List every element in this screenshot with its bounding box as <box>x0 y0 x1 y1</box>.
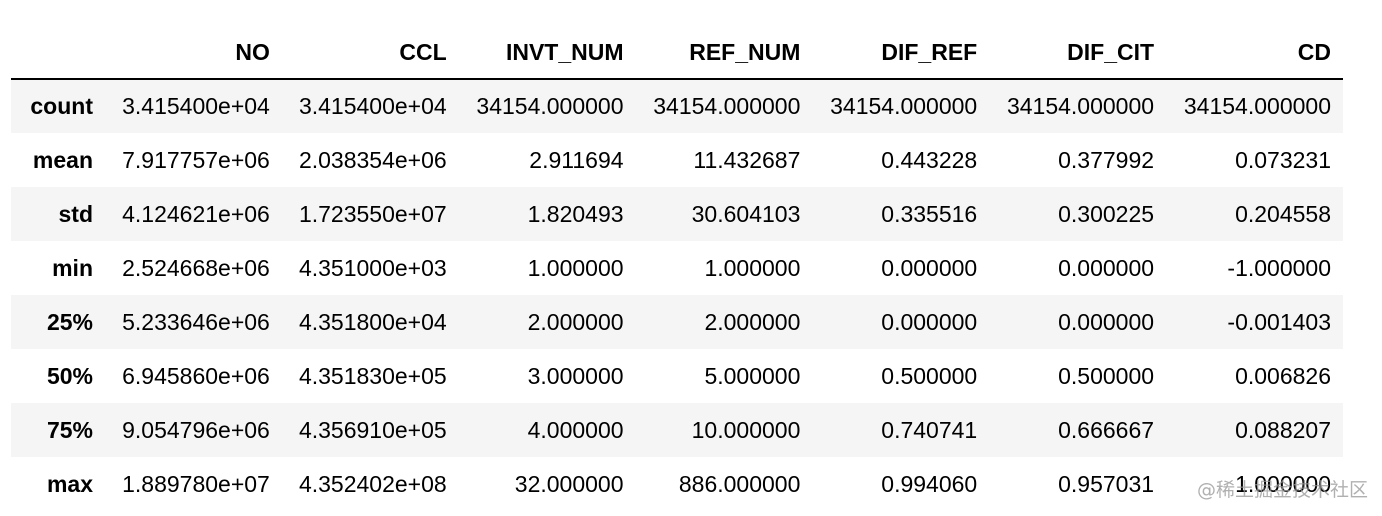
table-cell: 1.889780e+07 <box>122 470 270 497</box>
column-header-invt-num: INVT_NUM <box>458 26 636 80</box>
row-label: mean <box>32 146 93 173</box>
table-row-count: count 3.415400e+04 3.415400e+04 34154.00… <box>11 79 1343 133</box>
table-row-25-percent: 25% 5.233646e+06 4.351800e+04 2.000000 2… <box>11 295 1343 349</box>
table-cell: 6.945860e+06 <box>122 362 270 389</box>
table-cell: 1.820493 <box>527 200 624 227</box>
table-cell: 34154.000000 <box>653 93 801 119</box>
table-cell: 0.500000 <box>1058 362 1155 389</box>
table-cell: 0.377992 <box>1058 146 1155 173</box>
table-cell: 5.000000 <box>704 362 801 389</box>
column-header-cd: CD <box>1166 26 1343 80</box>
table-cell: 0.006826 <box>1235 362 1331 389</box>
table-cell: 4.351830e+05 <box>298 362 447 389</box>
row-label: max <box>46 470 93 497</box>
table-cell: 4.356910e+05 <box>298 416 447 443</box>
table-cell: 0.000000 <box>881 254 978 281</box>
table-cell: 1.000000 <box>704 254 801 281</box>
table-cell: 34154.000000 <box>1006 93 1155 119</box>
table-cell: 4.351800e+04 <box>298 308 447 335</box>
table-cell: 0.000000 <box>881 308 978 335</box>
table-row-max: max 1.889780e+07 4.352402e+08 32.000000 … <box>11 457 1343 511</box>
table-cell: 0.443228 <box>881 146 978 173</box>
describe-table: NO CCL INVT_NUM REF_NUM DIF_REF DIF_CIT … <box>11 26 1343 511</box>
table-cell: 30.604103 <box>691 200 801 227</box>
column-header-ccl: CCL <box>281 26 459 80</box>
table-cell: 0.994060 <box>881 470 978 497</box>
table-cell: 0.335516 <box>881 200 978 227</box>
row-label: 75% <box>46 416 93 443</box>
table-cell: -0.001403 <box>1227 308 1331 335</box>
table-cell: 2.000000 <box>527 308 624 335</box>
table-cell: 0.300225 <box>1058 200 1155 227</box>
dataframe-describe-output: NO CCL INVT_NUM REF_NUM DIF_REF DIF_CIT … <box>11 26 1343 511</box>
column-header-dif-ref: DIF_REF <box>812 26 990 80</box>
table-cell: 4.351000e+03 <box>298 254 447 281</box>
table-row-50-percent: 50% 6.945860e+06 4.351830e+05 3.000000 5… <box>11 349 1343 403</box>
table-cell: 0.000000 <box>1058 254 1155 281</box>
table-cell: 32.000000 <box>514 470 624 497</box>
row-label: count <box>30 93 93 119</box>
table-cell: 0.500000 <box>881 362 978 389</box>
table-cell: 5.233646e+06 <box>122 308 270 335</box>
row-label: min <box>52 254 93 281</box>
table-cell: 0.740741 <box>881 416 978 443</box>
table-cell: 0.000000 <box>1058 308 1155 335</box>
table-cell: 2.038354e+06 <box>298 146 447 173</box>
table-cell: 0.204558 <box>1235 200 1331 227</box>
table-cell: 34154.000000 <box>476 93 624 119</box>
table-cell: 34154.000000 <box>830 93 978 119</box>
table-cell: 0.073231 <box>1235 146 1331 173</box>
table-cell: 4.352402e+08 <box>298 470 447 497</box>
table-cell: 2.000000 <box>704 308 801 335</box>
table-header-row: NO CCL INVT_NUM REF_NUM DIF_REF DIF_CIT … <box>11 26 1343 80</box>
table-row-std: std 4.124621e+06 1.723550e+07 1.820493 3… <box>11 187 1343 241</box>
table-cell: -1.000000 <box>1227 254 1331 281</box>
index-header <box>11 26 105 80</box>
table-cell: 0.666667 <box>1058 416 1155 443</box>
table-cell: 3.000000 <box>527 362 624 389</box>
table-cell: 4.124621e+06 <box>122 200 270 227</box>
table-cell: 2.911694 <box>529 146 624 173</box>
table-cell: 0.957031 <box>1058 470 1155 497</box>
row-label: 50% <box>46 362 93 389</box>
watermark: @稀土掘金技术社区 <box>1196 479 1368 501</box>
table-cell: 3.415400e+04 <box>298 93 447 119</box>
table-row-min: min 2.524668e+06 4.351000e+03 1.000000 1… <box>11 241 1343 295</box>
column-header-no: NO <box>105 26 282 80</box>
table-cell: 886.000000 <box>678 470 801 497</box>
table-row-mean: mean 7.917757e+06 2.038354e+06 2.911694 … <box>11 133 1343 187</box>
table-cell: 10.000000 <box>691 416 801 443</box>
table-cell: 1.723550e+07 <box>298 200 447 227</box>
table-cell: 4.000000 <box>527 416 624 443</box>
table-row-75-percent: 75% 9.054796e+06 4.356910e+05 4.000000 1… <box>11 403 1343 457</box>
table-cell: 1.000000 <box>527 254 624 281</box>
table-cell: 7.917757e+06 <box>122 146 270 173</box>
table-cell: 9.054796e+06 <box>122 416 270 443</box>
column-header-ref-num: REF_NUM <box>635 26 813 80</box>
table-cell: 0.088207 <box>1235 416 1331 443</box>
row-label: 25% <box>46 308 93 335</box>
column-header-dif-cit: DIF_CIT <box>989 26 1167 80</box>
table-cell: 11.432687 <box>693 146 801 173</box>
row-label: std <box>58 200 94 227</box>
table-cell: 2.524668e+06 <box>122 254 270 281</box>
table-cell: 34154.000000 <box>1183 93 1331 119</box>
table-cell: 3.415400e+04 <box>122 93 270 119</box>
